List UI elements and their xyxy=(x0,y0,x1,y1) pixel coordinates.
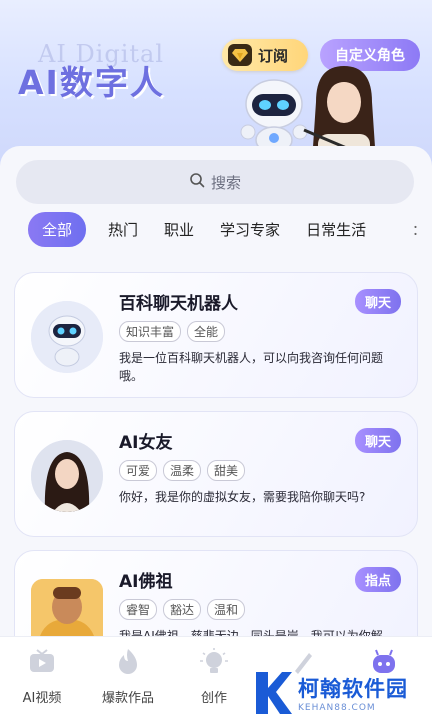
nav-label: 创作 xyxy=(200,691,227,706)
character-card[interactable]: 百科聊天机器人 聊天 知识丰富 全能 我是一位百科聊天机器人，可以向我咨询任何问… xyxy=(14,272,418,398)
lightbulb-icon xyxy=(200,648,228,673)
tag-list: 睿智 豁达 温和 xyxy=(119,599,246,620)
avatar xyxy=(31,301,103,373)
guide-button[interactable]: 指点 xyxy=(354,567,401,592)
tag: 温柔 xyxy=(163,460,202,481)
watermark-name: 柯翰软件园 xyxy=(298,677,408,701)
tag: 可爱 xyxy=(119,460,158,481)
tab-study-expert[interactable]: 学习专家 xyxy=(220,219,280,240)
tag: 豁达 xyxy=(163,599,202,620)
card-title: AI佛祖 xyxy=(119,572,173,592)
tag: 甜美 xyxy=(207,460,246,481)
nav-label: 爆款作品 xyxy=(101,691,154,706)
search-input[interactable]: 搜索 xyxy=(16,160,414,204)
tag: 知识丰富 xyxy=(119,321,182,342)
watermark-logo-icon xyxy=(256,672,292,714)
tag: 温和 xyxy=(207,599,246,620)
tag-list: 可爱 温柔 甜美 xyxy=(119,460,246,481)
tag: 全能 xyxy=(187,321,226,342)
tv-icon xyxy=(30,649,54,672)
nav-item-ai-video[interactable]: AI视频 xyxy=(2,647,82,706)
search-icon xyxy=(189,172,205,192)
tag-list: 知识丰富 全能 xyxy=(119,321,226,342)
card-description: 我是一位百科聊天机器人，可以向我咨询任何问题哦。 xyxy=(119,351,384,383)
card-title: 百科聊天机器人 xyxy=(119,294,238,314)
nav-item-hot-works[interactable]: 爆款作品 xyxy=(88,647,168,706)
tab-career[interactable]: 职业 xyxy=(164,219,194,240)
diamond-icon xyxy=(228,44,252,66)
tab-daily-life[interactable]: 日常生活 xyxy=(306,219,366,240)
category-tabs: 全部 热门 职业 学习专家 日常生活 xyxy=(28,211,392,247)
tabs-more-icon[interactable]: ： xyxy=(412,220,426,240)
character-card[interactable]: AI女友 聊天 可爱 温柔 甜美 你好，我是你的虚拟女友，需要我陪你聊天吗? xyxy=(14,411,418,537)
chat-button[interactable]: 聊天 xyxy=(354,428,401,453)
avatar xyxy=(31,440,103,512)
tab-hot[interactable]: 热门 xyxy=(108,219,138,240)
banner: AI Digital AI数字人 订阅 自定义角色 xyxy=(0,0,432,170)
search-placeholder: 搜索 xyxy=(210,173,241,192)
subscribe-label: 订阅 xyxy=(258,46,289,65)
flame-icon xyxy=(119,649,137,674)
tag: 睿智 xyxy=(119,599,158,620)
card-description: 你好，我是你的虚拟女友，需要我陪你聊天吗? xyxy=(119,490,366,504)
watermark: 柯翰软件园 KEHAN88.COM xyxy=(250,668,408,718)
nav-item-create[interactable]: 创作 xyxy=(174,647,254,706)
card-title: AI女友 xyxy=(119,433,173,453)
chat-button[interactable]: 聊天 xyxy=(354,289,401,314)
banner-title: AI数字人 xyxy=(18,63,165,102)
tab-all[interactable]: 全部 xyxy=(28,211,87,247)
nav-label: AI视频 xyxy=(22,691,62,706)
watermark-url: KEHAN88.COM xyxy=(298,703,376,713)
